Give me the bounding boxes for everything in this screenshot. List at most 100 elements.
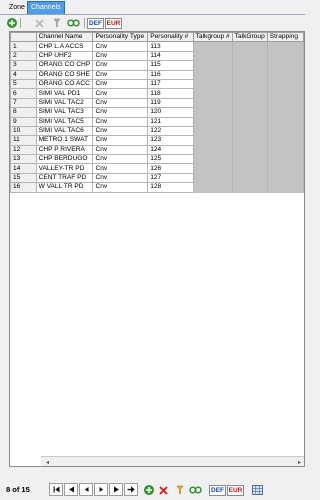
channel-name-cell[interactable]: CHP BERDUGO [35, 154, 94, 165]
channel-name-cell[interactable]: ORANG CO SHE [35, 69, 94, 80]
personality-type-cell[interactable]: Cnv [92, 172, 149, 184]
row-number[interactable]: 11 [10, 135, 37, 146]
table-row[interactable]: 13 CHP BERDUGO Cnv 125 [10, 154, 304, 165]
personality-type-cell[interactable]: Cnv [92, 125, 149, 137]
personality-number-cell[interactable]: 117 [147, 78, 194, 90]
column-header[interactable]: Channel Name [35, 32, 94, 43]
personality-number-cell[interactable]: 114 [147, 50, 194, 62]
personality-number-cell[interactable]: 123 [147, 135, 194, 146]
scroll-right-icon[interactable]: ▸ [294, 457, 304, 466]
personality-number-cell[interactable]: 113 [147, 41, 194, 52]
table-row[interactable]: 7 SIMI VAL TAC2 Cnv 119 [10, 97, 304, 109]
row-number[interactable]: 6 [10, 88, 37, 99]
row-number[interactable]: 9 [10, 116, 37, 127]
row-number[interactable]: 16 [10, 182, 37, 193]
personality-type-cell[interactable]: Cnv [92, 88, 149, 99]
personality-type-cell[interactable]: Cnv [92, 154, 149, 165]
prev-icon[interactable] [79, 483, 93, 496]
personality-number-cell[interactable]: 127 [147, 172, 194, 184]
personality-number-cell[interactable]: 118 [147, 88, 194, 99]
column-header[interactable]: Strapping [266, 32, 304, 43]
personality-number-cell[interactable]: 125 [147, 154, 194, 165]
channel-name-cell[interactable]: ORANG CO ACC [35, 78, 94, 90]
row-number[interactable]: 4 [10, 69, 37, 80]
personality-number-cell[interactable]: 128 [147, 182, 194, 193]
personality-number-cell[interactable]: 121 [147, 116, 194, 127]
delete-icon[interactable] [33, 17, 46, 29]
table-row[interactable]: 12 CHP P RIVERA Cnv 124 [10, 144, 304, 156]
channel-name-cell[interactable]: CHP L.A ACCS [35, 41, 94, 52]
personality-number-cell[interactable]: 122 [147, 125, 194, 137]
table-row[interactable]: 6 SIMI VAL PD1 Cnv 118 [10, 88, 304, 99]
eur-icon[interactable]: EUR [104, 17, 123, 29]
first-icon[interactable] [49, 483, 63, 496]
def-icon[interactable]: DEF [87, 17, 104, 29]
channel-name-cell[interactable]: METRO 1 SWAT [35, 135, 94, 146]
filter-icon[interactable] [50, 17, 63, 29]
table-row[interactable]: 9 SIMI VAL TAC5 Cnv 121 [10, 116, 304, 127]
scroll-left-icon[interactable]: ◂ [42, 457, 53, 466]
next-icon[interactable] [94, 483, 108, 496]
personality-number-cell[interactable]: 120 [147, 107, 194, 118]
delete-icon[interactable] [157, 484, 170, 496]
table-row[interactable]: 8 SIMI VAL TAC3 Cnv 120 [10, 107, 304, 118]
horizontal-scrollbar[interactable]: ◂ ▸ [41, 456, 304, 466]
channel-name-cell[interactable]: CENT TRAF PD [35, 172, 94, 184]
channel-name-cell[interactable]: VALLEY-TR PD [35, 163, 94, 174]
channel-name-cell[interactable]: SIMI VAL PD1 [35, 88, 94, 99]
table-row[interactable]: 1 CHP L.A ACCS Cnv 113 [10, 41, 304, 52]
table-row[interactable]: 5 ORANG CO ACC Cnv 117 [10, 78, 304, 90]
channel-name-cell[interactable]: CHP UHF2 [35, 50, 94, 62]
row-number[interactable]: 12 [10, 144, 37, 156]
column-header[interactable]: TalkGroup [231, 32, 268, 43]
row-number[interactable]: 8 [10, 107, 37, 118]
personality-type-cell[interactable]: Cnv [92, 116, 149, 127]
row-number[interactable]: 1 [10, 41, 37, 52]
row-number[interactable]: 15 [10, 172, 37, 184]
column-header[interactable]: Talkgroup # [192, 32, 233, 43]
personality-type-cell[interactable]: Cnv [92, 69, 149, 80]
table-row[interactable]: 4 ORANG CO SHE Cnv 116 [10, 69, 304, 80]
row-number[interactable]: 14 [10, 163, 37, 174]
table-row[interactable]: 14 VALLEY-TR PD Cnv 126 [10, 163, 304, 174]
personality-type-cell[interactable]: Cnv [92, 182, 149, 193]
personality-number-cell[interactable]: 115 [147, 60, 194, 71]
new-record-icon[interactable] [124, 483, 138, 496]
personality-number-cell[interactable]: 126 [147, 163, 194, 174]
personality-type-cell[interactable]: Cnv [92, 50, 149, 62]
link-icon[interactable] [66, 17, 81, 29]
add-icon[interactable] [142, 484, 155, 496]
table-row[interactable]: 10 SIMI VAL TAC6 Cnv 122 [10, 125, 304, 137]
personality-type-cell[interactable]: Cnv [92, 60, 149, 71]
add-icon[interactable] [5, 17, 18, 29]
link-icon[interactable] [188, 484, 203, 496]
personality-type-cell[interactable]: Cnv [92, 41, 149, 52]
personality-type-cell[interactable]: Cnv [92, 135, 149, 146]
personality-number-cell[interactable]: 119 [147, 97, 194, 109]
row-number[interactable]: 7 [10, 97, 37, 109]
prev-page-icon[interactable] [64, 483, 78, 496]
channel-name-cell[interactable]: SIMI VAL TAC3 [35, 107, 94, 118]
channel-name-cell[interactable]: SIMI VAL TAC6 [35, 125, 94, 137]
channel-name-cell[interactable]: ORANG CO CHP [35, 60, 94, 71]
channel-name-cell[interactable]: SIMI VAL TAC5 [35, 116, 94, 127]
def-icon[interactable]: DEF [209, 484, 226, 496]
row-number[interactable]: 5 [10, 78, 37, 90]
personality-type-cell[interactable]: Cnv [92, 144, 149, 156]
table-row[interactable]: 16 W VALL TR PD Cnv 128 [10, 182, 304, 193]
personality-type-cell[interactable]: Cnv [92, 163, 149, 174]
row-number[interactable]: 3 [10, 60, 37, 71]
channel-name-cell[interactable]: W VALL TR PD [35, 182, 94, 193]
row-number[interactable]: 10 [10, 125, 37, 137]
row-number[interactable]: 13 [10, 154, 37, 165]
grid-view-icon[interactable] [251, 484, 264, 496]
personality-type-cell[interactable]: Cnv [92, 97, 149, 109]
table-row[interactable]: 11 METRO 1 SWAT Cnv 123 [10, 135, 304, 146]
personality-number-cell[interactable]: 116 [147, 69, 194, 80]
table-row[interactable]: 15 CENT TRAF PD Cnv 127 [10, 172, 304, 184]
tab-zone[interactable]: Zone [6, 2, 28, 14]
filter-icon[interactable] [173, 484, 186, 496]
tab-channels[interactable]: Channels [27, 1, 65, 14]
personality-number-cell[interactable]: 124 [147, 144, 194, 156]
row-number[interactable]: 2 [10, 50, 37, 62]
